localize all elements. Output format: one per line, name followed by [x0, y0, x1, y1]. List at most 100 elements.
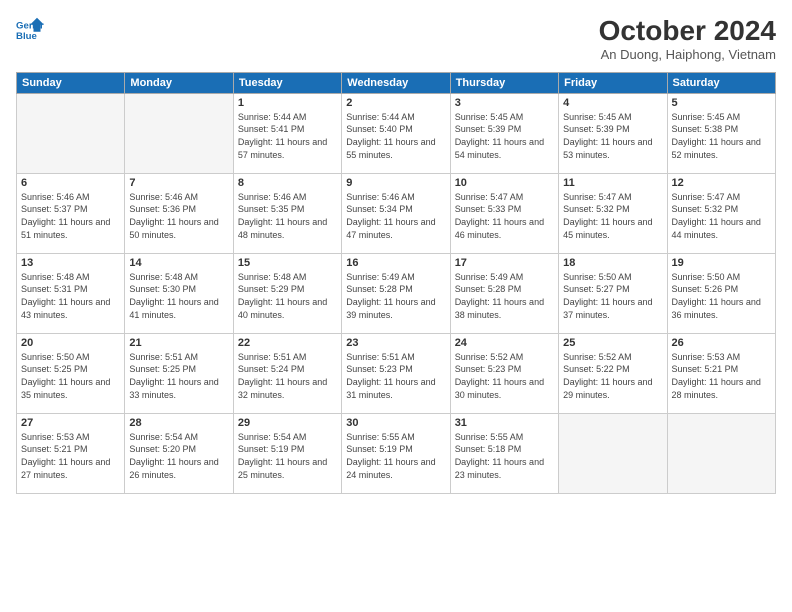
day-info: Sunrise: 5:47 AM Sunset: 5:32 PM Dayligh… [672, 191, 771, 241]
day-number: 8 [238, 177, 337, 189]
day-cell: 6 Sunrise: 5:46 AM Sunset: 5:37 PM Dayli… [17, 173, 125, 253]
day-info: Sunrise: 5:46 AM Sunset: 5:34 PM Dayligh… [346, 191, 445, 241]
day-cell: 31 Sunrise: 5:55 AM Sunset: 5:18 PM Dayl… [450, 413, 558, 493]
day-number: 24 [455, 337, 554, 349]
col-header-saturday: Saturday [667, 72, 775, 93]
day-cell: 30 Sunrise: 5:55 AM Sunset: 5:19 PM Dayl… [342, 413, 450, 493]
day-info: Sunrise: 5:44 AM Sunset: 5:41 PM Dayligh… [238, 111, 337, 161]
day-cell: 13 Sunrise: 5:48 AM Sunset: 5:31 PM Dayl… [17, 253, 125, 333]
day-info: Sunrise: 5:45 AM Sunset: 5:38 PM Dayligh… [672, 111, 771, 161]
day-cell: 15 Sunrise: 5:48 AM Sunset: 5:29 PM Dayl… [233, 253, 341, 333]
day-number: 31 [455, 417, 554, 429]
svg-text:Blue: Blue [16, 31, 37, 42]
day-cell: 29 Sunrise: 5:54 AM Sunset: 5:19 PM Dayl… [233, 413, 341, 493]
day-cell: 17 Sunrise: 5:49 AM Sunset: 5:28 PM Dayl… [450, 253, 558, 333]
day-info: Sunrise: 5:46 AM Sunset: 5:36 PM Dayligh… [129, 191, 228, 241]
col-header-wednesday: Wednesday [342, 72, 450, 93]
day-info: Sunrise: 5:51 AM Sunset: 5:24 PM Dayligh… [238, 351, 337, 401]
day-info: Sunrise: 5:50 AM Sunset: 5:27 PM Dayligh… [563, 271, 662, 321]
day-info: Sunrise: 5:46 AM Sunset: 5:37 PM Dayligh… [21, 191, 120, 241]
day-number: 18 [563, 257, 662, 269]
col-header-friday: Friday [559, 72, 667, 93]
day-cell: 23 Sunrise: 5:51 AM Sunset: 5:23 PM Dayl… [342, 333, 450, 413]
col-header-sunday: Sunday [17, 72, 125, 93]
day-number: 6 [21, 177, 120, 189]
col-header-tuesday: Tuesday [233, 72, 341, 93]
day-info: Sunrise: 5:54 AM Sunset: 5:19 PM Dayligh… [238, 431, 337, 481]
week-row-1: 6 Sunrise: 5:46 AM Sunset: 5:37 PM Dayli… [17, 173, 776, 253]
day-info: Sunrise: 5:45 AM Sunset: 5:39 PM Dayligh… [455, 111, 554, 161]
day-cell: 1 Sunrise: 5:44 AM Sunset: 5:41 PM Dayli… [233, 93, 341, 173]
day-info: Sunrise: 5:47 AM Sunset: 5:32 PM Dayligh… [563, 191, 662, 241]
day-info: Sunrise: 5:53 AM Sunset: 5:21 PM Dayligh… [672, 351, 771, 401]
col-header-thursday: Thursday [450, 72, 558, 93]
day-info: Sunrise: 5:46 AM Sunset: 5:35 PM Dayligh… [238, 191, 337, 241]
day-number: 26 [672, 337, 771, 349]
day-number: 22 [238, 337, 337, 349]
day-info: Sunrise: 5:48 AM Sunset: 5:29 PM Dayligh… [238, 271, 337, 321]
location: An Duong, Haiphong, Vietnam [599, 47, 776, 62]
month-title: October 2024 [599, 16, 776, 47]
day-info: Sunrise: 5:48 AM Sunset: 5:30 PM Dayligh… [129, 271, 228, 321]
day-cell [667, 413, 775, 493]
day-number: 27 [21, 417, 120, 429]
day-number: 12 [672, 177, 771, 189]
day-info: Sunrise: 5:52 AM Sunset: 5:23 PM Dayligh… [455, 351, 554, 401]
day-cell: 25 Sunrise: 5:52 AM Sunset: 5:22 PM Dayl… [559, 333, 667, 413]
logo-icon: General Blue [16, 16, 44, 44]
day-number: 13 [21, 257, 120, 269]
week-row-4: 27 Sunrise: 5:53 AM Sunset: 5:21 PM Dayl… [17, 413, 776, 493]
logo: General Blue [16, 16, 44, 44]
day-cell: 2 Sunrise: 5:44 AM Sunset: 5:40 PM Dayli… [342, 93, 450, 173]
week-row-0: 1 Sunrise: 5:44 AM Sunset: 5:41 PM Dayli… [17, 93, 776, 173]
day-number: 10 [455, 177, 554, 189]
day-cell [17, 93, 125, 173]
day-number: 5 [672, 97, 771, 109]
day-cell: 11 Sunrise: 5:47 AM Sunset: 5:32 PM Dayl… [559, 173, 667, 253]
day-cell: 20 Sunrise: 5:50 AM Sunset: 5:25 PM Dayl… [17, 333, 125, 413]
day-info: Sunrise: 5:47 AM Sunset: 5:33 PM Dayligh… [455, 191, 554, 241]
day-info: Sunrise: 5:44 AM Sunset: 5:40 PM Dayligh… [346, 111, 445, 161]
day-info: Sunrise: 5:55 AM Sunset: 5:18 PM Dayligh… [455, 431, 554, 481]
day-info: Sunrise: 5:49 AM Sunset: 5:28 PM Dayligh… [455, 271, 554, 321]
day-number: 9 [346, 177, 445, 189]
day-number: 21 [129, 337, 228, 349]
day-cell: 14 Sunrise: 5:48 AM Sunset: 5:30 PM Dayl… [125, 253, 233, 333]
day-cell: 4 Sunrise: 5:45 AM Sunset: 5:39 PM Dayli… [559, 93, 667, 173]
day-info: Sunrise: 5:50 AM Sunset: 5:26 PM Dayligh… [672, 271, 771, 321]
day-number: 16 [346, 257, 445, 269]
day-info: Sunrise: 5:45 AM Sunset: 5:39 PM Dayligh… [563, 111, 662, 161]
page: General Blue October 2024 An Duong, Haip… [0, 0, 792, 612]
week-row-3: 20 Sunrise: 5:50 AM Sunset: 5:25 PM Dayl… [17, 333, 776, 413]
day-cell [125, 93, 233, 173]
col-header-monday: Monday [125, 72, 233, 93]
calendar-header-row: SundayMondayTuesdayWednesdayThursdayFrid… [17, 72, 776, 93]
day-number: 28 [129, 417, 228, 429]
day-number: 19 [672, 257, 771, 269]
day-cell: 26 Sunrise: 5:53 AM Sunset: 5:21 PM Dayl… [667, 333, 775, 413]
day-number: 11 [563, 177, 662, 189]
calendar: SundayMondayTuesdayWednesdayThursdayFrid… [16, 72, 776, 494]
week-row-2: 13 Sunrise: 5:48 AM Sunset: 5:31 PM Dayl… [17, 253, 776, 333]
day-info: Sunrise: 5:51 AM Sunset: 5:25 PM Dayligh… [129, 351, 228, 401]
day-cell: 21 Sunrise: 5:51 AM Sunset: 5:25 PM Dayl… [125, 333, 233, 413]
day-info: Sunrise: 5:53 AM Sunset: 5:21 PM Dayligh… [21, 431, 120, 481]
day-cell: 9 Sunrise: 5:46 AM Sunset: 5:34 PM Dayli… [342, 173, 450, 253]
day-info: Sunrise: 5:50 AM Sunset: 5:25 PM Dayligh… [21, 351, 120, 401]
title-block: October 2024 An Duong, Haiphong, Vietnam [599, 16, 776, 62]
day-info: Sunrise: 5:52 AM Sunset: 5:22 PM Dayligh… [563, 351, 662, 401]
day-number: 25 [563, 337, 662, 349]
day-number: 23 [346, 337, 445, 349]
day-info: Sunrise: 5:51 AM Sunset: 5:23 PM Dayligh… [346, 351, 445, 401]
day-number: 14 [129, 257, 228, 269]
day-cell: 27 Sunrise: 5:53 AM Sunset: 5:21 PM Dayl… [17, 413, 125, 493]
day-cell: 8 Sunrise: 5:46 AM Sunset: 5:35 PM Dayli… [233, 173, 341, 253]
day-cell: 10 Sunrise: 5:47 AM Sunset: 5:33 PM Dayl… [450, 173, 558, 253]
day-info: Sunrise: 5:55 AM Sunset: 5:19 PM Dayligh… [346, 431, 445, 481]
day-number: 15 [238, 257, 337, 269]
day-number: 2 [346, 97, 445, 109]
day-cell: 18 Sunrise: 5:50 AM Sunset: 5:27 PM Dayl… [559, 253, 667, 333]
day-number: 20 [21, 337, 120, 349]
day-number: 17 [455, 257, 554, 269]
day-cell [559, 413, 667, 493]
